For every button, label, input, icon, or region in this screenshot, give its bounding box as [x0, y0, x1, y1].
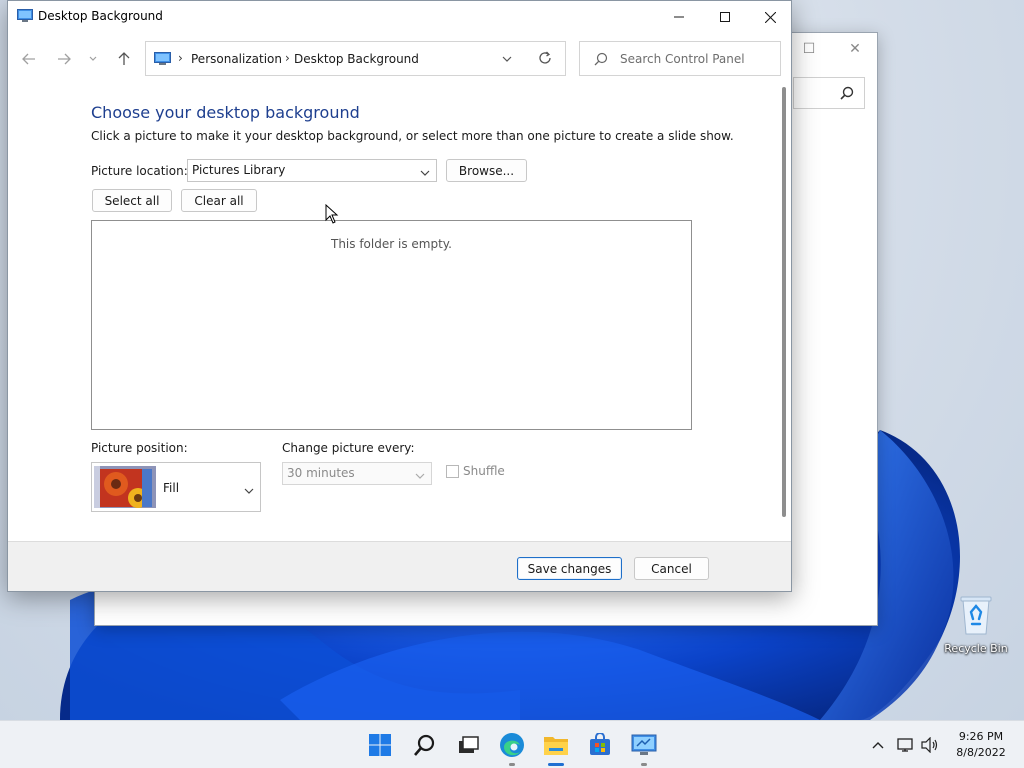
- file-explorer-icon: [544, 737, 568, 755]
- browse-button[interactable]: Browse...: [446, 159, 527, 182]
- chevron-down-icon: [89, 56, 97, 61]
- picture-position-select[interactable]: Fill: [91, 462, 261, 512]
- mouse-pointer-icon: [325, 204, 339, 224]
- save-changes-button[interactable]: Save changes: [517, 557, 622, 580]
- arrow-left-icon: [22, 53, 35, 65]
- address-bar[interactable]: › Personalization › Desktop Background: [145, 41, 566, 76]
- close-button[interactable]: [747, 1, 793, 33]
- maximize-icon: [720, 12, 730, 22]
- picture-list[interactable]: This folder is empty.: [91, 220, 692, 430]
- search-input[interactable]: [620, 50, 770, 68]
- picture-location-select[interactable]: Pictures Library: [187, 159, 437, 182]
- control-panel-icon: [631, 734, 657, 755]
- system-clock[interactable]: 9:26 PM 8/8/2022: [950, 729, 1012, 761]
- picture-position-thumbnail: [94, 466, 156, 508]
- maximize-icon[interactable]: ☐: [799, 39, 819, 59]
- store-icon: [590, 733, 610, 755]
- arrow-right-icon: [58, 53, 71, 65]
- clock-date: 8/8/2022: [956, 746, 1006, 759]
- start-icon: [369, 734, 391, 756]
- desktop-background-window[interactable]: Desktop Background › Personalization › D…: [7, 0, 792, 592]
- store-button[interactable]: [586, 731, 614, 759]
- network-icon: [897, 738, 913, 752]
- search-button[interactable]: [411, 731, 439, 759]
- picture-location-value: Pictures Library: [192, 163, 286, 177]
- edge-icon: [500, 733, 524, 757]
- volume-icon: [921, 737, 938, 753]
- chevron-down-icon: [244, 483, 254, 497]
- recent-locations-button[interactable]: [85, 48, 101, 70]
- control-panel-icon: [17, 9, 33, 22]
- vertical-scrollbar[interactable]: [782, 87, 786, 517]
- task-view-icon: [459, 736, 479, 753]
- picture-position-label: Picture position:: [91, 441, 188, 455]
- dialog-footer: Save changes Cancel: [8, 541, 791, 591]
- select-all-button[interactable]: Select all: [92, 189, 172, 212]
- chevron-down-icon: [420, 165, 430, 179]
- clock-time: 9:26 PM: [958, 730, 1004, 743]
- back-button[interactable]: [18, 48, 40, 70]
- breadcrumb-desktop-background[interactable]: Desktop Background: [294, 52, 419, 66]
- picture-position-value: Fill: [163, 481, 180, 495]
- show-hidden-icons-button[interactable]: [868, 735, 888, 755]
- refresh-icon: [539, 51, 551, 64]
- chevron-up-icon: [872, 742, 884, 749]
- breadcrumb-personalization[interactable]: Personalization: [191, 52, 282, 66]
- recycle-bin-icon: [958, 594, 994, 636]
- edge-running-indicator: [509, 763, 515, 766]
- start-button[interactable]: [366, 731, 394, 759]
- recycle-bin-shortcut[interactable]: Recycle Bin: [942, 594, 1010, 655]
- maximize-button[interactable]: [702, 1, 748, 33]
- page-description: Click a picture to make it your desktop …: [91, 129, 734, 143]
- change-picture-label: Change picture every:: [282, 441, 415, 455]
- file-explorer-button[interactable]: [542, 731, 570, 759]
- volume-button[interactable]: [920, 735, 940, 755]
- search-icon: [840, 86, 854, 100]
- breadcrumb-separator: ›: [285, 51, 290, 65]
- close-icon: [764, 11, 776, 23]
- navigation-bar: › Personalization › Desktop Background: [8, 39, 791, 79]
- arrow-up-icon: [118, 52, 130, 65]
- change-picture-interval-select[interactable]: 30 minutes: [282, 462, 432, 485]
- control-panel-icon: [154, 52, 171, 65]
- forward-button[interactable]: [53, 48, 75, 70]
- empty-folder-message: This folder is empty.: [331, 237, 452, 251]
- window-title: Desktop Background: [38, 9, 163, 23]
- titlebar[interactable]: Desktop Background: [8, 1, 791, 33]
- shuffle-checkbox[interactable]: [446, 465, 459, 478]
- search-box[interactable]: [579, 41, 781, 76]
- breadcrumb-separator: ›: [178, 51, 183, 65]
- control-panel-running-indicator: [641, 763, 647, 766]
- picture-location-label: Picture location:: [91, 164, 188, 178]
- search-icon: [414, 734, 435, 756]
- minimize-button[interactable]: [656, 1, 702, 33]
- file-explorer-active-indicator: [548, 763, 564, 766]
- recycle-bin-label: Recycle Bin: [944, 642, 1008, 655]
- content-area: Choose your desktop background Click a p…: [8, 81, 791, 541]
- clear-all-button[interactable]: Clear all: [181, 189, 257, 212]
- control-panel-button[interactable]: [630, 731, 658, 759]
- edge-button[interactable]: [498, 731, 526, 759]
- change-picture-interval-value: 30 minutes: [287, 466, 355, 480]
- close-icon[interactable]: ✕: [845, 39, 865, 59]
- up-button[interactable]: [113, 48, 135, 70]
- cancel-button[interactable]: Cancel: [634, 557, 709, 580]
- taskbar: 9:26 PM 8/8/2022: [0, 720, 1024, 768]
- refresh-button[interactable]: [538, 51, 552, 68]
- search-icon: [594, 52, 608, 66]
- shuffle-label: Shuffle: [463, 464, 505, 478]
- minimize-icon: [674, 16, 684, 18]
- page-heading: Choose your desktop background: [91, 103, 360, 122]
- task-view-button[interactable]: [454, 731, 482, 759]
- background-window-search[interactable]: [793, 77, 865, 109]
- chevron-down-icon: [415, 468, 425, 482]
- address-dropdown-button[interactable]: [502, 51, 512, 65]
- network-button[interactable]: [896, 735, 916, 755]
- chevron-down-icon: [502, 56, 512, 62]
